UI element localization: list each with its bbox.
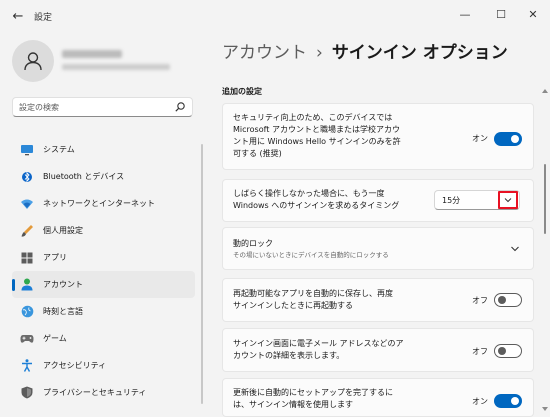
setting-auto-finish-setup: 更新後に自動的にセットアップを完了するに は、サインイン情報を使用します オン: [222, 378, 534, 417]
setting-away-signin-timing: しばらく操作しなかった場合に、もう一度 Windows へのサインインを求めるタ…: [222, 179, 534, 222]
dropdown-selected-value: 15分: [442, 196, 461, 205]
user-email-blurred: [62, 64, 170, 70]
dynamic-lock-subtitle: その場にいないときにデバイスを自動的にロックする: [233, 251, 389, 259]
person-icon: [24, 52, 42, 71]
setting-show-account-details: サインイン画面に電子メール アドレスなどのア カウントの詳細を表示します。 オフ: [222, 328, 534, 372]
search-icon[interactable]: [174, 101, 186, 113]
dynamic-lock-title: 動的ロック: [233, 239, 273, 248]
toggle-state-label: オン: [472, 397, 488, 406]
scroll-up-arrow-icon[interactable]: [541, 88, 549, 94]
brush-icon: [20, 224, 34, 238]
apps-icon: [20, 251, 34, 265]
sidebar-item-accounts[interactable]: アカウント: [12, 271, 195, 298]
globe-icon: [20, 305, 34, 319]
system-icon: [20, 143, 34, 157]
search-input[interactable]: [19, 100, 169, 114]
toggle-state-label: オフ: [472, 296, 488, 305]
restart-apps-toggle[interactable]: [494, 293, 522, 307]
account-icon: [20, 278, 34, 292]
shield-icon: [20, 386, 34, 400]
setting-windows-hello-only: セキュリティ向上のため、このデバイスでは Microsoft アカウントと職場ま…: [222, 103, 534, 170]
maximize-button[interactable]: ☐: [484, 3, 518, 27]
sidebar-item-gaming[interactable]: ゲーム: [12, 325, 195, 352]
chevron-down-icon[interactable]: [509, 243, 521, 255]
accessibility-icon: [20, 359, 34, 373]
scroll-down-arrow-icon[interactable]: [541, 406, 549, 412]
minimize-button[interactable]: —: [448, 3, 482, 27]
sidebar-item-personalization[interactable]: 個人用設定: [12, 217, 195, 244]
show-account-details-toggle[interactable]: [494, 344, 522, 358]
active-indicator: [12, 279, 15, 291]
signin-timing-dropdown[interactable]: 15分: [434, 190, 520, 210]
sidebar-scrollbar[interactable]: [201, 144, 203, 404]
breadcrumb-separator: ›: [316, 43, 323, 63]
sidebar-item-time-language[interactable]: 時刻と言語: [12, 298, 195, 325]
toggle-state-label: オフ: [472, 347, 488, 356]
toggle-state-label: オン: [472, 134, 488, 143]
auto-finish-setup-toggle[interactable]: [494, 394, 522, 408]
user-name-blurred: [62, 50, 122, 58]
setting-restart-apps: 再起動可能なアプリを自動的に保存し、再度 サインインしたときに再起動する オフ: [222, 278, 534, 322]
sidebar-nav: システム Bluetooth とデバイス ネットワークとインターネット 個人用設…: [12, 136, 195, 406]
back-button[interactable]: ←: [8, 8, 28, 26]
sidebar-item-apps[interactable]: アプリ: [12, 244, 195, 271]
sidebar-item-system[interactable]: システム: [12, 136, 195, 163]
sidebar-item-network[interactable]: ネットワークとインターネット: [12, 190, 195, 217]
sidebar-item-accessibility[interactable]: アクセシビリティ: [12, 352, 195, 379]
game-icon: [20, 332, 34, 346]
app-title: 設定: [34, 13, 53, 23]
sidebar-item-privacy-security[interactable]: プライバシーとセキュリティ: [12, 379, 195, 406]
title-bar: ← 設定 — ☐ ✕: [0, 0, 550, 32]
chevron-down-icon: [504, 198, 512, 203]
page-title: サインイン オプション: [331, 43, 508, 63]
main-scrollbar-thumb[interactable]: [544, 164, 546, 234]
section-title: 追加の設定: [222, 87, 262, 96]
sidebar-item-bluetooth[interactable]: Bluetooth とデバイス: [12, 163, 195, 190]
search-box[interactable]: [12, 97, 193, 117]
windows-hello-toggle[interactable]: [494, 132, 522, 146]
network-icon: [20, 197, 34, 211]
breadcrumb-parent[interactable]: アカウント: [222, 43, 307, 63]
setting-dynamic-lock[interactable]: 動的ロック その場にいないときにデバイスを自動的にロックする: [222, 227, 534, 270]
close-button[interactable]: ✕: [516, 3, 550, 27]
breadcrumb: アカウント › サインイン オプション: [222, 38, 508, 63]
avatar[interactable]: [12, 40, 54, 82]
dropdown-chevron-highlighted[interactable]: [498, 191, 518, 209]
bluetooth-icon: [20, 170, 34, 184]
